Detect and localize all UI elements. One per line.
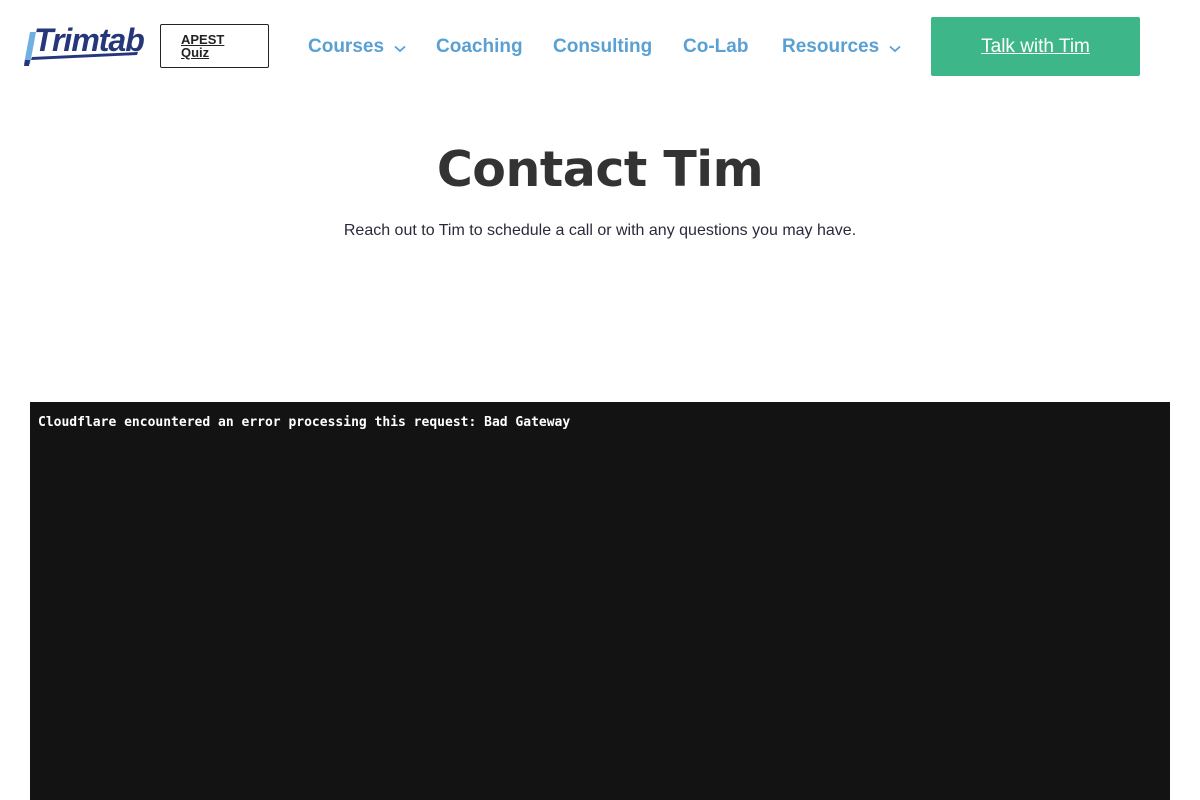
page-title: Contact Tim: [436, 141, 764, 198]
logo-wordmark: Trimtab: [34, 22, 145, 58]
nav-item-resources[interactable]: Resources: [782, 34, 901, 60]
nav-item-label: Consulting: [553, 36, 653, 57]
page-subtitle: Reach out to Tim to schedule a call or w…: [343, 222, 857, 239]
nav-item-coaching[interactable]: Coaching: [436, 34, 523, 60]
quiz-button-line2: Quiz: [181, 45, 210, 60]
nav-item-consulting[interactable]: Consulting: [553, 34, 652, 60]
site-header: Trimtab APEST Quiz Courses Coaching Cons…: [0, 0, 1200, 95]
trimtab-logo[interactable]: Trimtab: [22, 22, 145, 68]
nav-item-label: Resources: [782, 36, 880, 57]
chevron-down-icon: [394, 45, 406, 52]
chevron-down-icon: [889, 45, 901, 52]
nav-item-courses[interactable]: Courses: [308, 34, 406, 60]
apest-quiz-button[interactable]: APEST Quiz: [160, 24, 269, 68]
nav-item-co-lab[interactable]: Co-Lab: [683, 34, 748, 60]
nav-item-label: Courses: [308, 36, 385, 57]
talk-with-tim-button[interactable]: Talk with Tim: [931, 17, 1140, 76]
gateway-error-message: Cloudflare encountered an error processi…: [38, 415, 571, 430]
nav-item-label: Coaching: [436, 36, 523, 57]
embedded-form-frame: Cloudflare encountered an error processi…: [30, 402, 1170, 800]
nav-item-label: Co-Lab: [683, 36, 749, 57]
